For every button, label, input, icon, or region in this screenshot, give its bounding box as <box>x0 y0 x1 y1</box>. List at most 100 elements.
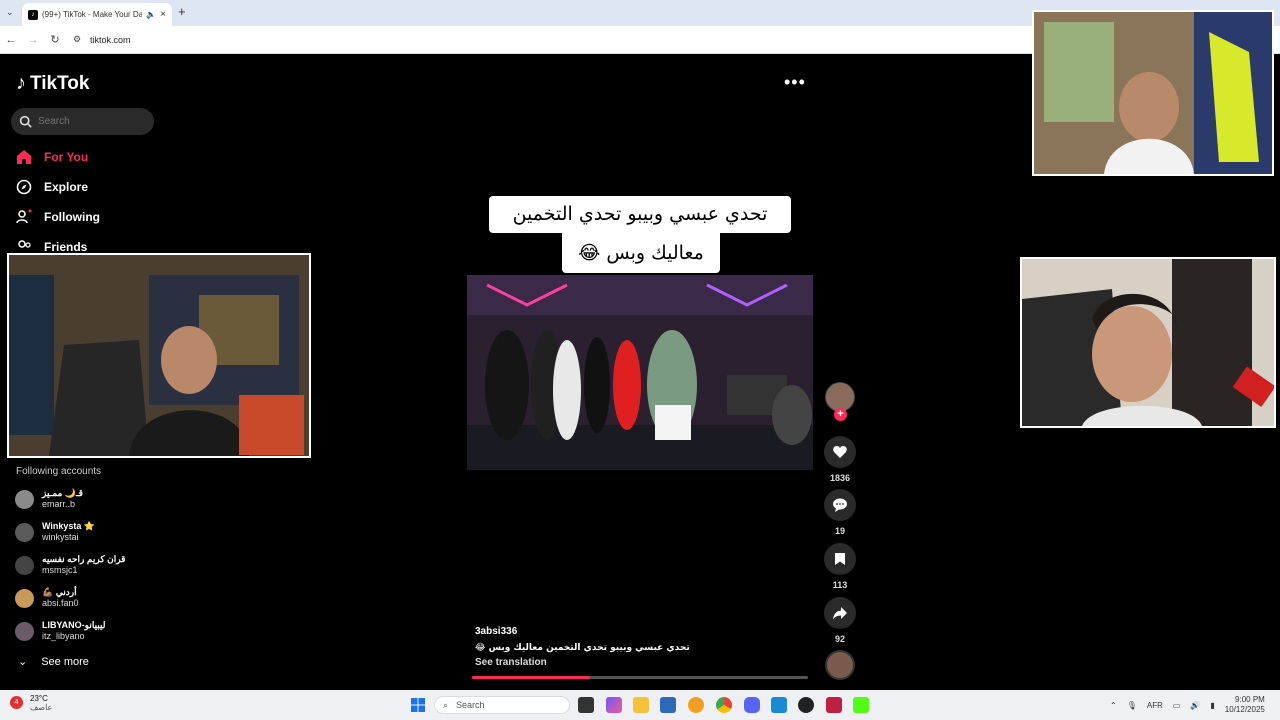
logo-text: TikTok <box>30 72 90 94</box>
comment-icon <box>833 498 847 512</box>
speaker-icon[interactable]: 🔈 <box>146 10 156 19</box>
account-item[interactable]: قـ🌙 ممـيز emarr..b <box>15 488 83 510</box>
chevron-down-icon: ⌄ <box>18 656 28 668</box>
webcam-feed-image <box>1022 259 1274 426</box>
search-icon: ⌕ <box>443 699 449 710</box>
tab-list-chevron-icon[interactable]: ⌄ <box>6 7 14 18</box>
task-view-icon[interactable] <box>578 697 594 713</box>
comment-count: 19 <box>834 526 845 536</box>
share-count: 92 <box>834 634 845 644</box>
browser-tab[interactable]: ♪ (99+) TikTok - Make Your Da 🔈 × <box>22 3 172 26</box>
microphone-icon[interactable]: 🎙 <box>1127 701 1137 710</box>
account-username: winkystai <box>42 532 79 542</box>
video-caption-line1: تحدي عبسي وبيبو تحدي التخمين <box>489 196 791 233</box>
weather-icon: 4 <box>10 696 24 710</box>
see-translation-link[interactable]: See translation <box>475 657 547 668</box>
site-info-icon[interactable]: ⚙ <box>66 34 88 45</box>
music-disc-icon[interactable] <box>825 650 855 680</box>
windows-taskbar: 4 23°C عاصف ⌕ Search ⌃ 🎙 AFR ▭ 🔊 ▮ 9:00 … <box>0 690 1280 720</box>
nav-label: For You <box>44 150 89 164</box>
share-button[interactable] <box>824 597 856 629</box>
account-item[interactable]: Winkysta ⭐ winkystai <box>15 521 95 543</box>
webcam-overlay-left <box>7 253 311 458</box>
nav-label: Friends <box>44 240 88 254</box>
account-item[interactable]: 💪🏽 أردني absi.fan0 <box>15 587 79 609</box>
tab-title: (99+) TikTok - Make Your Da <box>42 10 143 19</box>
avatar <box>15 621 34 641</box>
tiktok-logo[interactable]: ♪ TikTok <box>16 72 89 95</box>
account-item[interactable]: LIBYANO-ليبيانو itz_libyano <box>15 620 105 642</box>
webcam-feed-image <box>1034 12 1272 174</box>
nav-following[interactable]: Following <box>16 209 100 225</box>
close-tab-icon[interactable]: × <box>160 9 166 20</box>
weather-widget[interactable]: 4 23°C عاصف <box>10 694 52 712</box>
account-username: absi.fan0 <box>42 598 79 608</box>
webcam-overlay-right <box>1020 257 1276 428</box>
clock[interactable]: 9:00 PM 10/12/2025 <box>1225 695 1265 715</box>
account-username: emarr..b <box>42 499 76 509</box>
share-icon <box>833 607 847 620</box>
following-accounts-title: Following accounts <box>16 466 102 477</box>
like-button[interactable] <box>824 436 856 468</box>
see-more-button[interactable]: ⌄ See more <box>18 655 89 669</box>
nav-for-you[interactable]: For You <box>16 149 88 165</box>
system-tray: ⌃ 🎙 AFR ▭ 🔊 ▮ 9:00 PM 10/12/2025 <box>1110 695 1265 715</box>
new-tab-button[interactable]: + <box>178 4 186 19</box>
account-name: LIBYANO-ليبيانو <box>42 620 106 630</box>
comment-button[interactable] <box>824 489 856 521</box>
nav-explore[interactable]: Explore <box>16 179 88 195</box>
app-red-icon[interactable] <box>826 697 842 713</box>
volume-icon[interactable]: 🔊 <box>1190 701 1200 710</box>
clock-time: 9:00 PM <box>1235 695 1265 704</box>
clock-date: 10/12/2025 <box>1224 705 1265 714</box>
app-window-icon[interactable] <box>771 697 787 713</box>
file-explorer-icon[interactable] <box>633 697 649 713</box>
account-name: 💪🏽 أردني <box>42 587 77 597</box>
save-button[interactable] <box>824 543 856 575</box>
taskbar-search-label: Search <box>456 700 485 710</box>
app-icon[interactable] <box>688 697 704 713</box>
account-username: msmsjc1 <box>42 565 78 575</box>
account-name: قـ🌙 ممـيز <box>42 488 83 498</box>
windows-start-icon[interactable] <box>410 697 426 713</box>
compass-icon <box>16 179 32 195</box>
search-box[interactable] <box>11 108 154 135</box>
video-author[interactable]: 3absi336 <box>475 626 517 637</box>
video-progress-fill <box>472 676 590 679</box>
webcam-feed-image <box>9 255 309 456</box>
language-indicator[interactable]: AFR <box>1147 701 1163 710</box>
nav-label: Following <box>44 210 100 224</box>
video-player[interactable] <box>467 275 813 470</box>
save-count: 113 <box>832 580 848 590</box>
nav-label: Explore <box>44 180 89 194</box>
home-icon <box>16 149 32 165</box>
heart-icon <box>833 446 847 458</box>
taskbar-search[interactable]: ⌕ Search <box>434 696 570 714</box>
reload-icon[interactable]: ↻ <box>44 33 66 46</box>
chrome-icon[interactable] <box>716 697 732 713</box>
obs-icon[interactable] <box>798 697 814 713</box>
store-icon[interactable] <box>660 697 676 713</box>
video-scene <box>467 275 813 470</box>
chevron-up-icon[interactable]: ⌃ <box>1110 701 1117 710</box>
more-options-button[interactable]: ••• <box>784 72 806 93</box>
account-username: itz_libyano <box>42 631 85 641</box>
network-icon[interactable]: ▭ <box>1173 701 1181 710</box>
follow-plus-button[interactable]: + <box>834 408 847 421</box>
following-icon <box>16 209 32 225</box>
copilot-icon[interactable] <box>606 697 622 713</box>
account-item[interactable]: قران كريم راحه نفسيه msmsjc1 <box>15 554 126 576</box>
account-name: قران كريم راحه نفسيه <box>42 554 126 564</box>
video-caption-line2: معاليك وبس 😂 <box>562 233 720 273</box>
url-text[interactable]: tiktok.com <box>90 35 131 45</box>
battery-icon[interactable]: ▮ <box>1210 701 1214 710</box>
back-icon[interactable]: ← <box>0 34 22 46</box>
discord-icon[interactable] <box>744 697 760 713</box>
avatar <box>15 522 34 542</box>
bookmark-icon <box>835 553 845 565</box>
search-input[interactable] <box>38 116 138 127</box>
video-description: تحدي عبسي وبيبو تحدي التخمين معاليك وبس … <box>475 643 690 653</box>
forward-icon[interactable]: → <box>22 34 44 46</box>
kick-icon[interactable] <box>853 697 869 713</box>
webcam-overlay-top-right <box>1032 10 1274 176</box>
